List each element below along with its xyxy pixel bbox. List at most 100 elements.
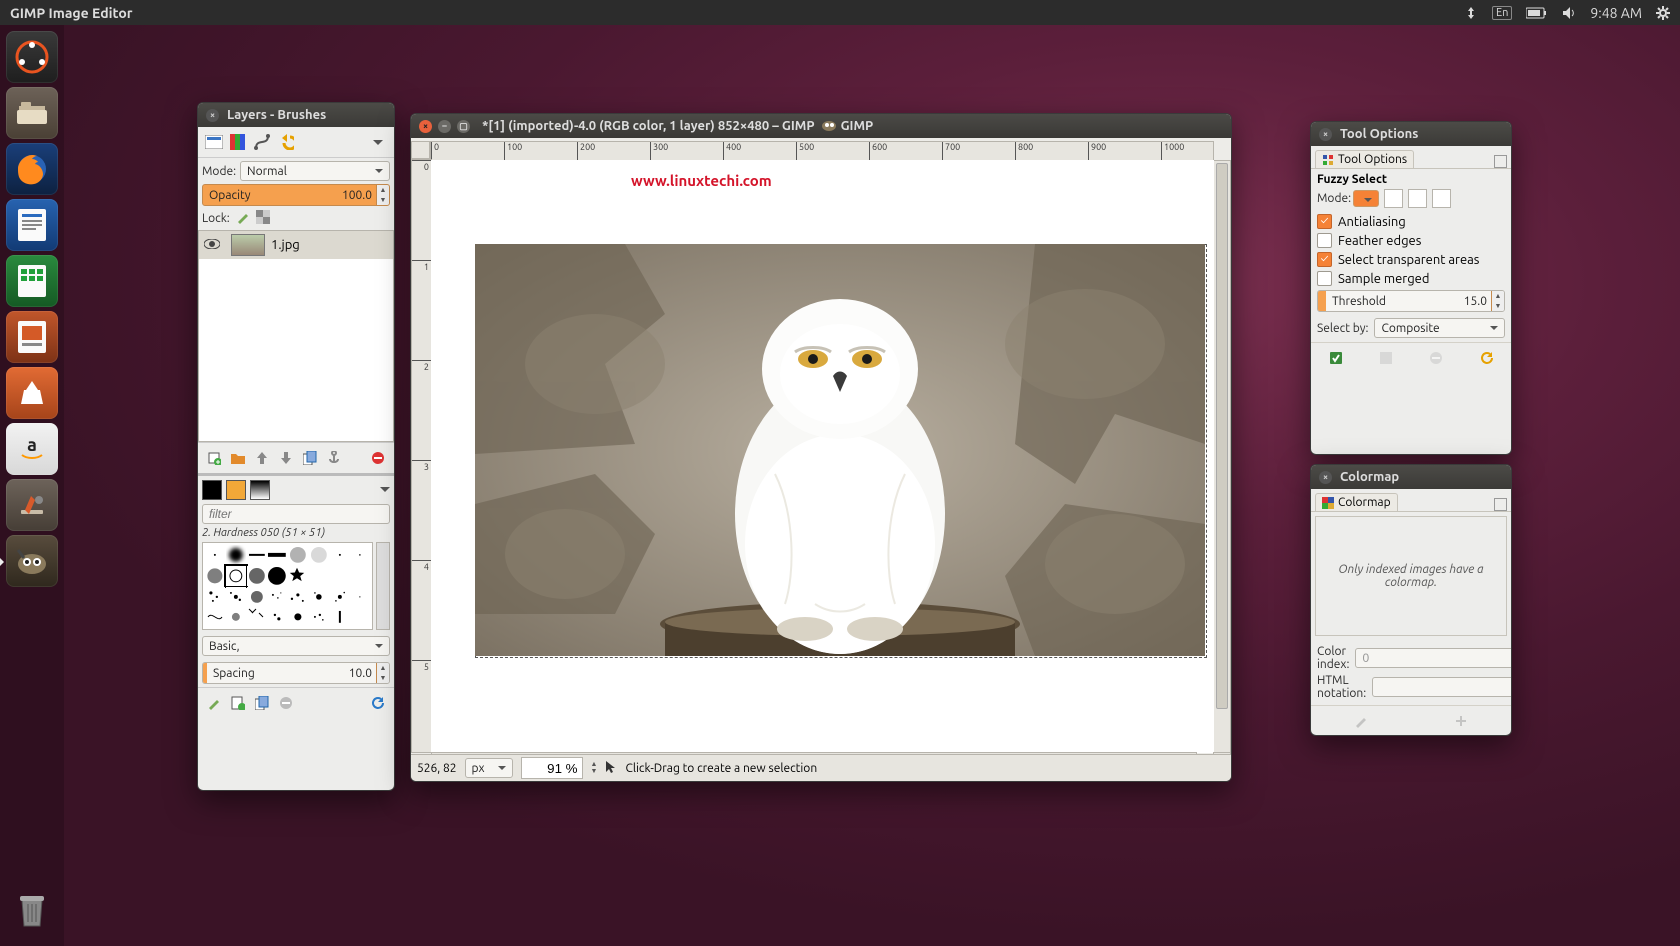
lock-alpha-icon[interactable] [256, 210, 270, 227]
tool-options-title: Tool Options [1340, 127, 1418, 141]
save-preset-icon[interactable] [1325, 347, 1347, 369]
keyboard-lang[interactable]: En [1492, 6, 1512, 20]
image-content [475, 244, 1205, 656]
eye-icon[interactable] [199, 238, 225, 252]
launcher: a [0, 25, 64, 946]
close-icon[interactable]: × [419, 120, 432, 133]
layer-list[interactable]: 1.jpg [198, 230, 394, 442]
html-notation-field[interactable] [1372, 677, 1512, 697]
gear-icon[interactable] [1656, 6, 1670, 20]
battery-icon[interactable] [1526, 7, 1548, 19]
duplicate-brush-icon[interactable] [251, 692, 273, 714]
mode-label: Mode: [1317, 192, 1351, 205]
mode-label: Mode: [202, 165, 236, 178]
brush-grid[interactable] [202, 542, 373, 630]
refresh-brush-icon[interactable] [367, 692, 389, 714]
launcher-trash[interactable] [6, 884, 58, 936]
selectby-label: Select by: [1317, 322, 1368, 335]
brush-filter-input[interactable] [202, 504, 390, 524]
delete-brush-icon[interactable] [275, 692, 297, 714]
network-icon[interactable] [1464, 6, 1478, 20]
colormap-title: Colormap [1340, 470, 1399, 484]
mode-intersect-icon[interactable] [1432, 189, 1451, 208]
canvas[interactable]: www.linuxtechi.com [431, 160, 1214, 753]
layer-name: 1.jpg [271, 238, 300, 252]
brush-preset-select[interactable]: Basic, [202, 636, 390, 656]
image-window: × – ▢ *[1] (imported)-4.0 (RGB color, 1 … [410, 113, 1232, 782]
delete-preset-icon[interactable] [1425, 347, 1447, 369]
minimize-icon[interactable]: – [438, 120, 451, 133]
launcher-settings[interactable] [6, 479, 58, 531]
feather-checkbox[interactable]: Feather edges [1317, 233, 1505, 248]
restore-preset-icon[interactable] [1375, 347, 1397, 369]
layer-row[interactable]: 1.jpg [199, 231, 393, 259]
edit-color-icon[interactable] [1350, 710, 1372, 732]
brush-menu-icon[interactable] [380, 483, 390, 497]
html-notation-label: HTML notation: [1317, 674, 1366, 700]
maximize-icon[interactable]: ▢ [457, 120, 470, 133]
watermark: www.linuxtechi.com [631, 172, 772, 189]
dock-menu-icon[interactable] [1494, 498, 1507, 511]
close-icon[interactable]: × [1319, 128, 1332, 141]
close-icon[interactable]: × [206, 109, 219, 122]
app-title: GIMP Image Editor [10, 5, 133, 21]
anchor-layer-icon[interactable] [323, 447, 345, 469]
spacing-field[interactable]: Spacing 10.0 ▲▼ [202, 662, 390, 684]
ruler-horizontal: 01002003004005006007008009001000 [430, 141, 1214, 161]
new-brush-icon[interactable] [227, 692, 249, 714]
threshold-field[interactable]: Threshold 15.0 ▲▼ [1317, 290, 1505, 312]
layer-group-icon[interactable] [227, 447, 249, 469]
dock-menu-icon[interactable] [367, 131, 389, 153]
launcher-software[interactable] [6, 367, 58, 419]
opacity-field[interactable]: Opacity 100.0 ▲▼ [202, 184, 390, 206]
sample-merged-checkbox[interactable]: Sample merged [1317, 271, 1505, 286]
color-index-label: Color index: [1317, 645, 1349, 671]
mode-select[interactable]: Normal [240, 161, 390, 181]
pointer-icon [605, 760, 617, 777]
raise-layer-icon[interactable] [251, 447, 273, 469]
launcher-amazon[interactable]: a [6, 423, 58, 475]
paths-tab-icon[interactable] [251, 131, 273, 153]
add-color-icon[interactable] [1450, 710, 1472, 732]
channels-tab-icon[interactable] [227, 131, 249, 153]
antialias-checkbox[interactable]: Antialiasing [1317, 214, 1505, 229]
close-icon[interactable]: × [1319, 471, 1332, 484]
launcher-files[interactable] [6, 87, 58, 139]
scrollbar-v[interactable] [1213, 160, 1231, 753]
edit-brush-icon[interactable] [203, 692, 225, 714]
dock-menu-icon[interactable] [1494, 155, 1507, 168]
lock-pixel-icon[interactable] [236, 210, 250, 227]
lower-layer-icon[interactable] [275, 447, 297, 469]
duplicate-layer-icon[interactable] [299, 447, 321, 469]
transparent-checkbox[interactable]: Select transparent areas [1317, 252, 1505, 267]
launcher-calc[interactable] [6, 255, 58, 307]
mode-subtract-icon[interactable] [1408, 189, 1427, 208]
undo-tab-icon[interactable] [275, 131, 297, 153]
wilber-icon [821, 118, 837, 135]
sound-icon[interactable] [1562, 6, 1576, 20]
colormap-tab[interactable]: Colormap [1315, 493, 1398, 511]
new-layer-icon[interactable] [203, 447, 225, 469]
color-index-field[interactable] [1355, 648, 1512, 668]
statusbar: 526, 82 px ▲▼ Click-Drag to create a new… [411, 754, 1231, 781]
zoom-field[interactable] [521, 757, 583, 779]
fg-color[interactable] [202, 480, 222, 500]
zoom-arrows[interactable]: ▲▼ [591, 761, 598, 775]
launcher-impress[interactable] [6, 311, 58, 363]
unit-select[interactable]: px [465, 758, 513, 778]
selectby-select[interactable]: Composite [1374, 318, 1505, 338]
launcher-firefox[interactable] [6, 143, 58, 195]
brush-scrollbar[interactable] [376, 542, 390, 630]
launcher-dash[interactable] [6, 31, 58, 83]
mode-add-icon[interactable] [1384, 189, 1403, 208]
image-title: *[1] (imported)-4.0 (RGB color, 1 layer)… [482, 119, 815, 133]
lock-label: Lock: [202, 212, 230, 225]
launcher-gimp[interactable] [6, 535, 58, 587]
clock[interactable]: 9:48 AM [1590, 5, 1642, 21]
tool-options-tab[interactable]: Tool Options [1315, 150, 1414, 168]
reset-preset-icon[interactable] [1475, 347, 1497, 369]
delete-layer-icon[interactable] [367, 447, 389, 469]
layers-tab-icon[interactable] [203, 131, 225, 153]
launcher-writer[interactable] [6, 199, 58, 251]
mode-replace-icon[interactable] [1353, 190, 1379, 207]
